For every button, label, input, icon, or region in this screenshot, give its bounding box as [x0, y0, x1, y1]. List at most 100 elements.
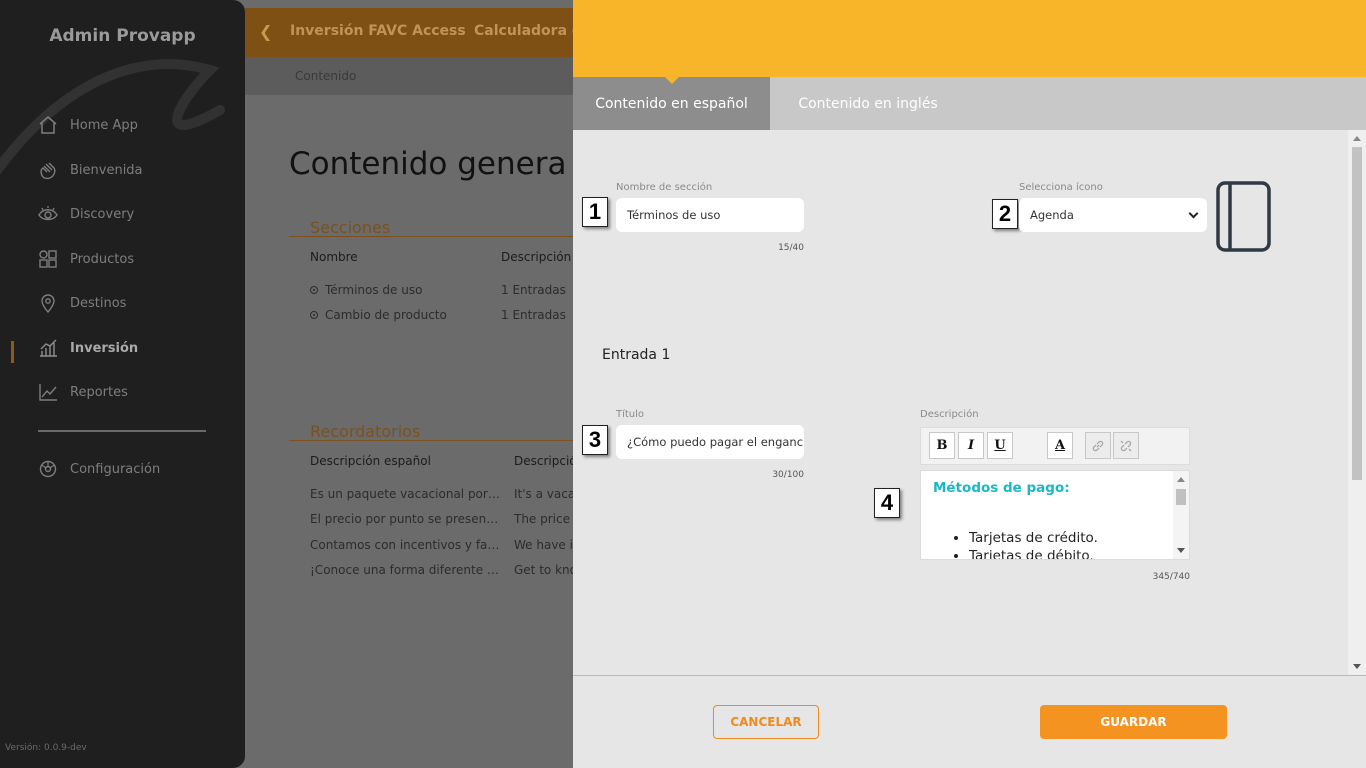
table-cell[interactable]: El precio por punto se presen… — [310, 512, 498, 526]
line-chart-icon — [39, 384, 57, 401]
sidebar-item-destinos[interactable]: Destinos — [38, 293, 126, 313]
sidebar-item-label: Configuración — [70, 461, 161, 477]
save-button[interactable]: GUARDAR — [1040, 705, 1227, 739]
description-editor[interactable]: Métodos de pago: Tarjetas de crédito. Ta… — [920, 470, 1190, 560]
table-row[interactable]: Cambio de producto — [310, 308, 447, 322]
grid-icon — [39, 250, 57, 268]
version-label: Versión: 0.0.9-dev — [5, 743, 87, 753]
table-cell: We have in — [514, 538, 581, 552]
description-label: Descripción — [920, 409, 979, 420]
tab-english[interactable]: Contenido en inglés — [770, 77, 966, 130]
sidebar-item-label: Destinos — [70, 295, 127, 311]
sidebar-item-label: Inversión — [70, 340, 139, 356]
sections-col-name: Nombre — [310, 250, 358, 264]
italic-button[interactable]: I — [958, 432, 984, 459]
breadcrumb: Contenido — [245, 57, 575, 95]
table-cell[interactable]: ¡Conoce una forma diferente … — [310, 563, 499, 577]
sidebar-item-bienvenida[interactable]: Bienvenida — [38, 160, 143, 180]
table-cell: 1 Entradas — [501, 283, 566, 297]
bar-chart-icon — [40, 339, 57, 357]
reminders-title: Recordatorios — [310, 422, 421, 441]
language-tabs: Contenido en español Contenido en inglés — [573, 77, 1366, 130]
link-icon — [1092, 440, 1104, 451]
description-counter: 345/740 — [1152, 572, 1190, 582]
wave-hand-icon — [40, 162, 56, 180]
sidebar-item-home-app[interactable]: Home App — [38, 115, 138, 135]
cancel-button[interactable]: CANCELAR — [713, 705, 819, 739]
scroll-up-icon[interactable] — [1177, 477, 1185, 482]
brand-title: Admin Provapp — [49, 26, 196, 46]
radio-icon — [310, 286, 318, 294]
entry-title: Entrada 1 — [602, 347, 671, 363]
agenda-book-icon — [1216, 181, 1271, 252]
home-icon — [39, 116, 57, 134]
scroll-thumb[interactable] — [1176, 489, 1186, 505]
table-cell: It's a vaca — [514, 487, 576, 501]
annotation-marker-2: 2 — [992, 199, 1018, 229]
annotation-marker-1: 1 — [582, 197, 608, 227]
editor-heading: Métodos de pago: — [933, 480, 1070, 496]
chevron-down-icon — [1188, 208, 1199, 219]
eye-icon — [38, 206, 58, 221]
editor-scrollbar[interactable] — [1173, 471, 1189, 559]
scroll-down-icon[interactable] — [1353, 664, 1361, 669]
sections-title: Secciones — [310, 218, 391, 237]
page-title: Contenido genera — [289, 146, 567, 182]
table-cell[interactable]: Contamos con incentivos y fa… — [310, 538, 499, 552]
editor-list: Tarjetas de crédito. Tarjetas de débito. — [949, 529, 1098, 559]
edit-section-panel: Contenido en español Contenido en inglés… — [573, 0, 1366, 768]
panel-scrollbar[interactable] — [1348, 130, 1366, 675]
breadcrumb-item[interactable]: Contenido — [295, 69, 356, 83]
header-tab-calculadora[interactable]: Calculadora d — [474, 23, 582, 39]
location-pin-icon — [41, 294, 55, 313]
list-item: Tarjetas de débito. — [969, 547, 1098, 559]
sidebar-item-reportes[interactable]: Reportes — [38, 382, 128, 402]
bold-button[interactable]: B — [929, 432, 955, 459]
section-name-input[interactable]: Términos de uso — [616, 198, 804, 232]
sidebar-item-productos[interactable]: Productos — [38, 249, 134, 269]
underline-button[interactable]: U — [987, 432, 1013, 459]
reminders-col-es: Descripción español — [310, 454, 431, 468]
reminders-col-en: Descripció — [514, 454, 577, 468]
scroll-up-icon[interactable] — [1353, 136, 1361, 141]
sidebar-divider — [38, 430, 206, 432]
rich-text-toolbar: B I U A — [920, 427, 1190, 465]
sidebar-item-label: Productos — [70, 251, 135, 267]
section-name-counter: 15/40 — [778, 243, 804, 253]
reminders-divider — [289, 440, 575, 441]
panel-header — [573, 0, 1366, 77]
title-input[interactable]: ¿Cómo puedo pagar el engancl — [616, 425, 804, 459]
back-chevron-icon[interactable]: ❮ — [259, 22, 272, 41]
link-button[interactable] — [1085, 432, 1111, 459]
annotation-marker-4: 4 — [874, 488, 900, 518]
header-tab-inversion[interactable]: Inversión FAVC Access — [290, 23, 466, 39]
sidebar-item-inversion[interactable]: Inversión — [38, 338, 138, 358]
icon-select-label: Selecciona ícono — [1019, 182, 1103, 193]
table-row[interactable]: Términos de uso — [310, 283, 422, 297]
sections-divider — [289, 236, 575, 237]
title-counter: 30/100 — [772, 470, 804, 480]
annotation-marker-3: 3 — [582, 425, 608, 455]
text-color-button[interactable]: A — [1047, 432, 1073, 459]
icon-select[interactable]: Agenda — [1019, 198, 1207, 232]
sidebar-item-discovery[interactable]: Discovery — [38, 204, 134, 224]
scroll-thumb[interactable] — [1352, 147, 1362, 480]
sections-col-desc: Descripción — [501, 250, 572, 264]
unlink-icon — [1120, 440, 1132, 451]
sidebar-item-label: Bienvenida — [70, 162, 143, 178]
icon-select-value: Agenda — [1030, 208, 1074, 222]
title-label: Título — [616, 409, 645, 420]
scroll-down-icon[interactable] — [1177, 548, 1185, 553]
footer-divider — [573, 675, 1366, 676]
sidebar-item-configuracion[interactable]: Configuración — [38, 459, 160, 479]
unlink-button[interactable] — [1113, 432, 1139, 459]
header-bar: ❮ Inversión FAVC Access Calculadora d — [245, 8, 582, 63]
list-item: Tarjetas de crédito. — [969, 529, 1098, 547]
table-cell[interactable]: Es un paquete vacacional por… — [310, 487, 500, 501]
tab-notch — [665, 77, 679, 84]
table-cell: The price p — [514, 512, 582, 526]
section-name-label: Nombre de sección — [616, 182, 713, 193]
sidebar-item-label: Discovery — [70, 206, 135, 222]
tab-spanish[interactable]: Contenido en español — [573, 77, 770, 130]
table-cell: Get to kno — [514, 563, 577, 577]
